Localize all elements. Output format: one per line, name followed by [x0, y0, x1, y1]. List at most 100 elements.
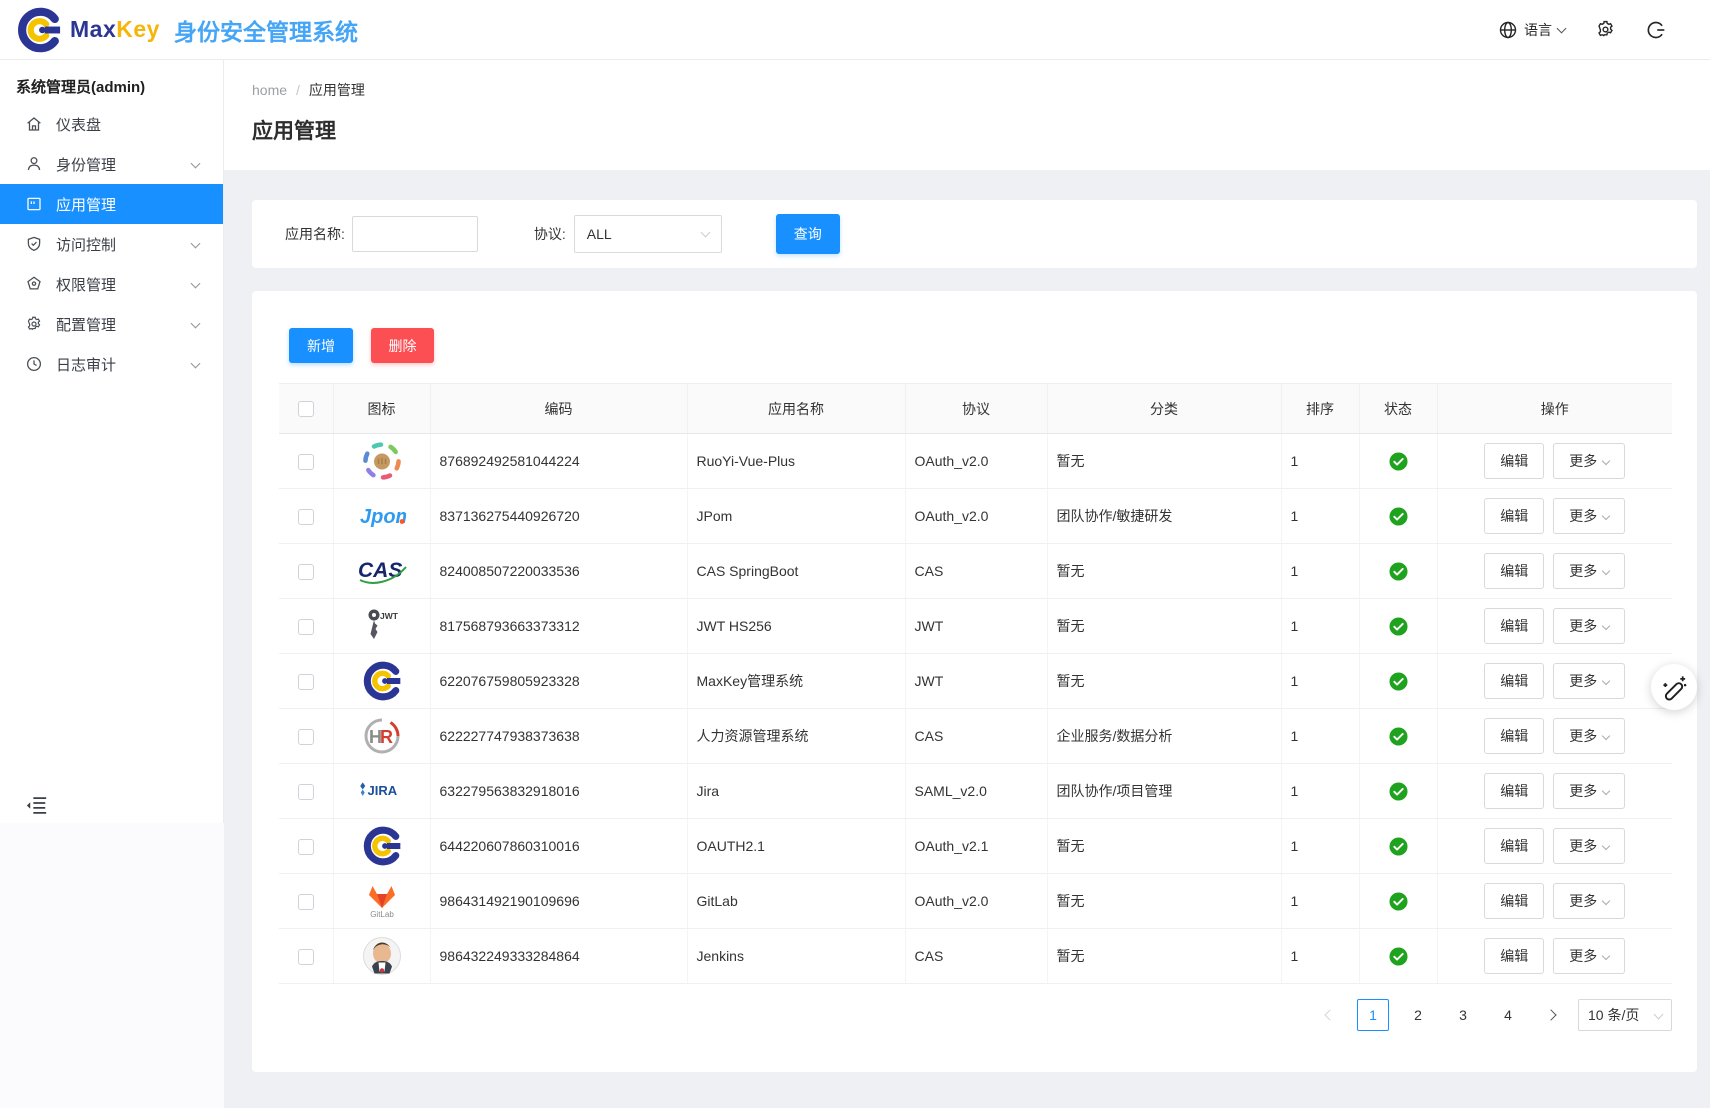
svg-text:JWT: JWT: [380, 611, 399, 621]
sidebar-nav: 仪表盘身份管理应用管理访问控制权限管理配置管理日志审计: [0, 104, 223, 384]
main-area: home / 应用管理 应用管理 应用名称: 协议: ALL 查询: [224, 60, 1710, 1108]
page-title: 应用管理: [252, 115, 1710, 145]
app-protocol: OAuth_v2.0: [905, 434, 1047, 489]
application-icon: [25, 195, 43, 213]
sidebar-item-application[interactable]: 应用管理: [0, 184, 223, 224]
app-category: 暂无: [1047, 929, 1281, 984]
maxkey-logo: [356, 823, 408, 869]
table-row: 986432249333284864JenkinsCAS暂无1编辑更多: [279, 929, 1672, 984]
chevron-down-icon: [191, 279, 201, 289]
ruoyi-logo: [356, 438, 408, 484]
edit-button[interactable]: 编辑: [1484, 883, 1544, 919]
delete-button[interactable]: 删除: [371, 328, 434, 363]
page-size-select[interactable]: 10 条/页: [1578, 999, 1672, 1031]
row-checkbox[interactable]: [298, 564, 314, 580]
chevron-down-icon: [191, 319, 201, 329]
page-button-2[interactable]: 2: [1402, 999, 1434, 1031]
edit-button[interactable]: 编辑: [1484, 718, 1544, 754]
chevron-down-icon: [1602, 842, 1610, 850]
app-name-cell: JPom: [687, 489, 905, 544]
page-button-1[interactable]: 1: [1357, 999, 1389, 1031]
jpom-logo: Jpom: [356, 493, 408, 539]
sidebar-item-audit[interactable]: 日志审计: [0, 344, 223, 384]
column-header: 图标: [333, 384, 430, 434]
row-checkbox[interactable]: [298, 674, 314, 690]
more-button[interactable]: 更多: [1553, 828, 1625, 864]
app-name-cell: GitLab: [687, 874, 905, 929]
page-button-3[interactable]: 3: [1447, 999, 1479, 1031]
app-category: 暂无: [1047, 434, 1281, 489]
column-header: 排序: [1281, 384, 1359, 434]
more-button[interactable]: 更多: [1553, 443, 1625, 479]
language-menu[interactable]: 语言: [1498, 20, 1565, 40]
app-code: 986431492190109696: [430, 874, 687, 929]
logout-button[interactable]: [1646, 20, 1666, 40]
app-sort: 1: [1281, 489, 1359, 544]
page-button-4[interactable]: 4: [1492, 999, 1524, 1031]
gear-icon: [1595, 19, 1616, 40]
breadcrumb-strip: home / 应用管理 应用管理: [224, 60, 1710, 170]
settings-button[interactable]: [1595, 19, 1616, 40]
app-category: 暂无: [1047, 654, 1281, 709]
chevron-down-icon: [191, 159, 201, 169]
chevron-down-icon: [1602, 787, 1610, 795]
select-all-checkbox[interactable]: [298, 401, 314, 417]
more-button[interactable]: 更多: [1553, 553, 1625, 589]
sidebar-item-access[interactable]: 访问控制: [0, 224, 223, 264]
sidebar-item-config[interactable]: 配置管理: [0, 304, 223, 344]
search-button[interactable]: 查询: [776, 214, 840, 254]
edit-button[interactable]: 编辑: [1484, 608, 1544, 644]
row-checkbox[interactable]: [298, 509, 314, 525]
chevron-down-icon: [1602, 732, 1610, 740]
sidebar-item-dashboard[interactable]: 仪表盘: [0, 104, 223, 144]
more-button[interactable]: 更多: [1553, 883, 1625, 919]
row-checkbox[interactable]: [298, 454, 314, 470]
row-checkbox[interactable]: [298, 729, 314, 745]
menu-fold-icon[interactable]: [26, 796, 48, 815]
chevron-down-icon: [1602, 897, 1610, 905]
more-button[interactable]: 更多: [1553, 773, 1625, 809]
row-checkbox[interactable]: [298, 839, 314, 855]
floating-theme-tool-button[interactable]: [1651, 664, 1697, 710]
edit-button[interactable]: 编辑: [1484, 553, 1544, 589]
next-page-button[interactable]: [1537, 999, 1565, 1031]
edit-button[interactable]: 编辑: [1484, 828, 1544, 864]
sidebar-item-identity[interactable]: 身份管理: [0, 144, 223, 184]
row-checkbox[interactable]: [298, 784, 314, 800]
app-code: 837136275440926720: [430, 489, 687, 544]
more-button[interactable]: 更多: [1553, 938, 1625, 974]
edit-button[interactable]: 编辑: [1484, 663, 1544, 699]
row-checkbox[interactable]: [298, 949, 314, 965]
edit-button[interactable]: 编辑: [1484, 443, 1544, 479]
table-row: CAS824008507220033536CAS SpringBootCAS暂无…: [279, 544, 1672, 599]
row-checkbox[interactable]: [298, 894, 314, 910]
row-checkbox[interactable]: [298, 619, 314, 635]
prev-page-button[interactable]: [1316, 999, 1344, 1031]
more-button[interactable]: 更多: [1553, 663, 1625, 699]
page-buttons: 1234: [1357, 999, 1524, 1031]
edit-button[interactable]: 编辑: [1484, 938, 1544, 974]
sidebar-item-permission[interactable]: 权限管理: [0, 264, 223, 304]
more-button[interactable]: 更多: [1553, 498, 1625, 534]
chevron-down-icon: [1602, 567, 1610, 575]
chevron-down-icon: [1602, 622, 1610, 630]
edit-button[interactable]: 编辑: [1484, 773, 1544, 809]
edit-button[interactable]: 编辑: [1484, 498, 1544, 534]
protocol-filter-label: 协议:: [534, 224, 566, 244]
app-name-cell: OAUTH2.1: [687, 819, 905, 874]
add-button[interactable]: 新增: [289, 328, 353, 363]
more-button[interactable]: 更多: [1553, 718, 1625, 754]
app-name-filter-input[interactable]: [352, 216, 478, 252]
sidebar: 系统管理员(admin) 仪表盘身份管理应用管理访问控制权限管理配置管理日志审计: [0, 60, 224, 823]
app-sort: 1: [1281, 654, 1359, 709]
audit-icon: [25, 355, 43, 373]
protocol-select[interactable]: ALL: [574, 215, 722, 253]
app-category: 企业服务/数据分析: [1047, 709, 1281, 764]
breadcrumb: home / 应用管理: [252, 80, 1710, 100]
column-header: 编码: [430, 384, 687, 434]
more-button[interactable]: 更多: [1553, 608, 1625, 644]
breadcrumb-home[interactable]: home: [252, 82, 287, 98]
table-row: JWT817568793663373312JWT HS256JWT暂无1编辑更多: [279, 599, 1672, 654]
table-header-row: 图标 编码 应用名称 协议 分类 排序 状态 操作: [279, 384, 1672, 434]
table-row: GitLab986431492190109696GitLabOAuth_v2.0…: [279, 874, 1672, 929]
